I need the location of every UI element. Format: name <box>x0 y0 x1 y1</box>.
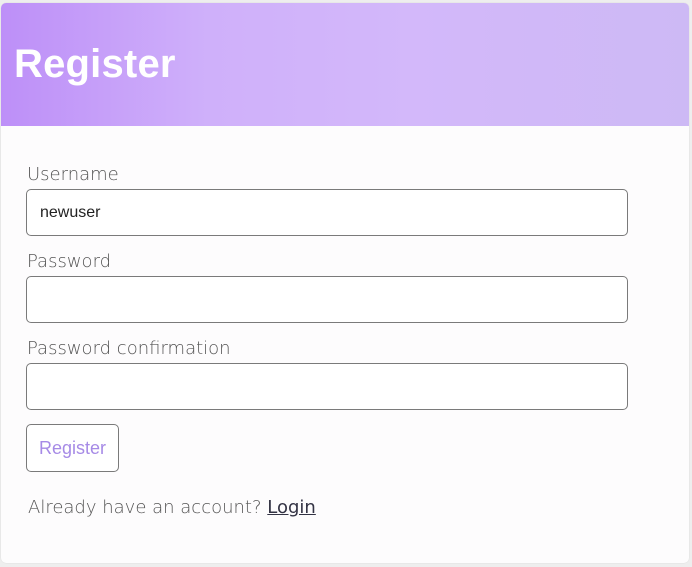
login-prompt: Already have an account? Login <box>28 497 316 518</box>
password-field[interactable] <box>26 276 628 323</box>
register-form: Username Password Password confirmation … <box>26 163 628 472</box>
login-link[interactable]: Login <box>267 497 316 518</box>
username-label: Username <box>27 164 119 185</box>
register-card: Register Username Password Password conf… <box>1 3 689 563</box>
login-prompt-text: Already have an account? <box>28 497 262 518</box>
username-field[interactable] <box>26 189 628 236</box>
password-confirmation-label: Password confirmation <box>27 338 231 359</box>
register-button[interactable]: Register <box>26 424 119 472</box>
card-header: Register <box>1 3 689 126</box>
password-confirmation-field[interactable] <box>26 363 628 410</box>
page-title: Register <box>14 42 176 86</box>
password-label: Password <box>27 251 112 272</box>
